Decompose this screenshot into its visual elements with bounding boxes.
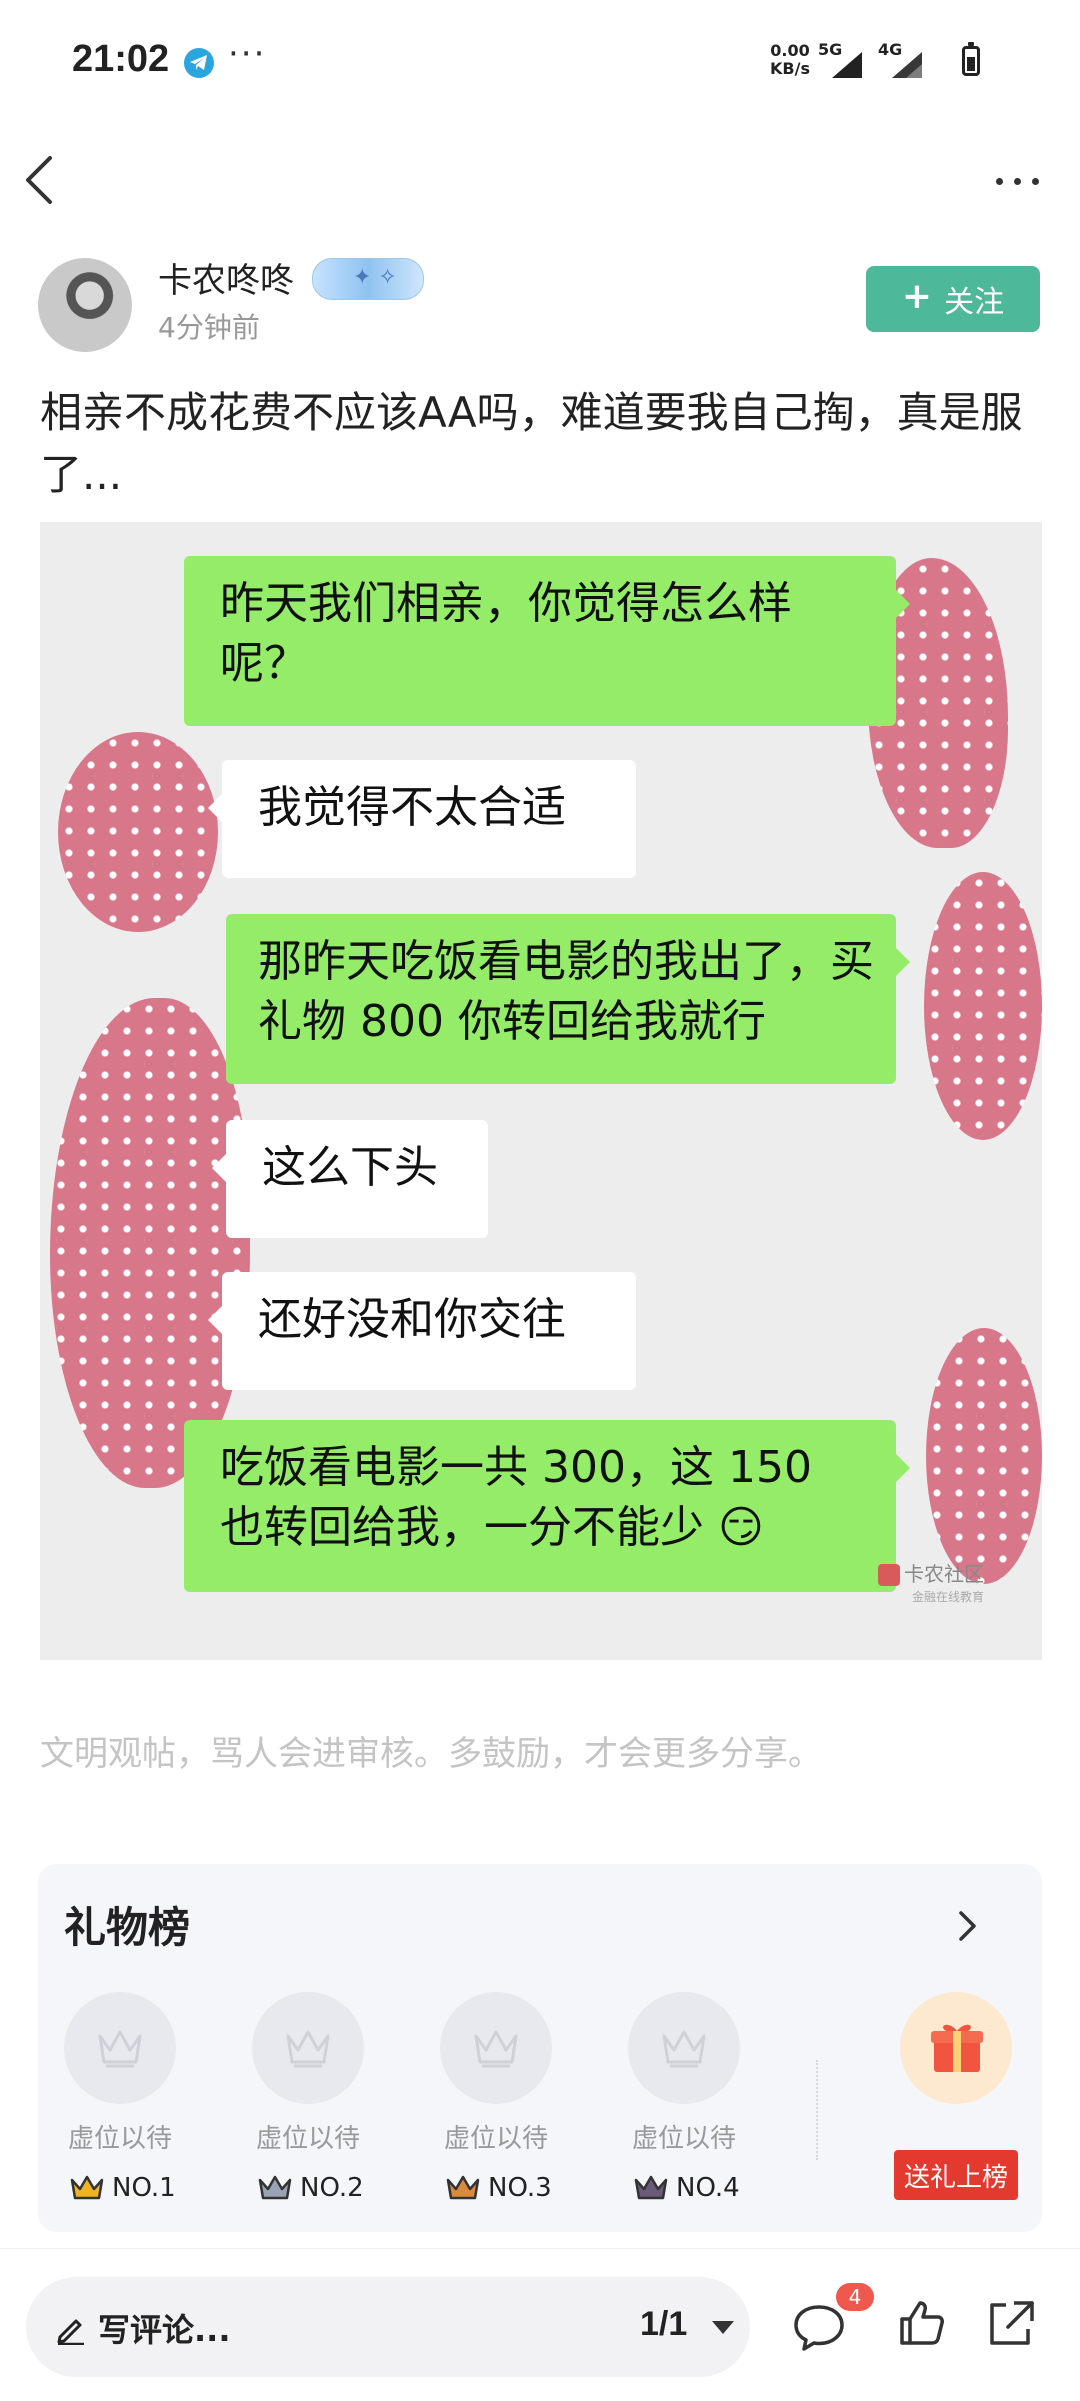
empty-slot-avatar <box>440 1992 552 2104</box>
crown-outline-icon <box>474 2030 518 2068</box>
watermark: 卡农社区 金融在线教育 <box>878 1563 984 1609</box>
author-badge-icon: ✦ ✧ <box>312 258 424 300</box>
thumbs-up-icon[interactable] <box>896 2297 948 2349</box>
community-notice: 文明观帖，骂人会进审核。多鼓励，才会更多分享。 <box>40 1734 822 1774</box>
crown-outline-icon <box>286 2030 330 2068</box>
emoji-icon: 😏 <box>704 1502 764 1553</box>
gift-board-title: 礼物榜 <box>64 1903 191 1952</box>
comment-placeholder: 写评论... <box>98 2311 231 2349</box>
comment-input[interactable]: 写评论... 1/1 <box>26 2277 750 2377</box>
watermark-text: 卡农社区 <box>904 1561 984 1586</box>
comment-icon[interactable] <box>792 2303 846 2353</box>
author-avatar[interactable] <box>38 258 132 352</box>
rank-text: NO.2 <box>300 2173 364 2203</box>
privacy-blob <box>50 998 250 1488</box>
rank-text: NO.4 <box>676 2173 740 2203</box>
crown-icon <box>258 2175 292 2200</box>
dot <box>1014 178 1021 185</box>
net-speed-value: 0.00 <box>770 41 810 60</box>
crown-icon <box>634 2175 668 2200</box>
chat-message: 我觉得不太合适 <box>258 782 566 833</box>
gift-slot-3[interactable]: 虚位以待 NO.3 <box>440 1992 580 2203</box>
chat-message: 昨天我们相亲，你觉得怎么样呢？ <box>220 578 792 689</box>
chat-bubble-left: 还好没和你交往 <box>208 1272 636 1390</box>
privacy-blob <box>58 732 218 932</box>
empty-slot-avatar <box>252 1992 364 2104</box>
gift-board[interactable]: 礼物榜 虚位以待 NO.1 虚位以待 NO.2 虚位以待 NO.3 虚位以待 N… <box>38 1864 1042 2232</box>
gift-slot-2[interactable]: 虚位以待 NO.2 <box>252 1992 392 2203</box>
empty-slot-avatar <box>64 1992 176 2104</box>
chat-bubble-left: 我觉得不太合适 <box>208 760 636 878</box>
chat-message: 还好没和你交往 <box>258 1294 566 1345</box>
chat-bubble-right: 昨天我们相亲，你觉得怎么样呢？ <box>184 556 910 726</box>
page-indicator[interactable]: 1/1 <box>640 2305 687 2344</box>
bottom-bar: 写评论... 1/1 4 <box>0 2248 1080 2401</box>
divider <box>816 2060 818 2160</box>
watermark-subtext: 金融在线教育 <box>911 1590 984 1604</box>
slot-label: 虚位以待 <box>67 2124 172 2154</box>
signal-icon-2 <box>892 52 922 78</box>
follow-label: 关注 <box>944 285 1005 320</box>
send-gift-button[interactable]: 送礼上榜 <box>894 2150 1018 2200</box>
privacy-blob <box>926 1328 1042 1584</box>
crown-outline-icon <box>98 2030 142 2068</box>
rank-text: NO.1 <box>112 2173 176 2203</box>
gift-box-icon <box>931 2024 983 2072</box>
pen-icon <box>57 2319 84 2345</box>
slot-label: 虚位以待 <box>631 2124 736 2154</box>
post-text: 相亲不成花费不应该AA吗，难道要我自己掏，真是服了... <box>40 388 1023 499</box>
post-image[interactable]: 昨天我们相亲，你觉得怎么样呢？ 我觉得不太合适 那昨天吃饭看电影的我出了，买礼物… <box>40 522 1042 1660</box>
status-more-icon: ··· <box>228 34 267 74</box>
status-bar: 21:02 ··· 0.00 KB/s 5G 4G <box>0 0 1080 125</box>
slot-label: 虚位以待 <box>443 2124 548 2154</box>
slot-label: 虚位以待 <box>255 2124 360 2154</box>
status-time: 21:02 <box>72 38 170 80</box>
crown-outline-icon <box>662 2030 706 2068</box>
share-icon[interactable] <box>984 2297 1038 2349</box>
telegram-icon <box>184 48 214 78</box>
author-name[interactable]: 卡农咚咚 <box>158 253 294 302</box>
dot <box>1032 178 1039 185</box>
slot-rank: NO.2 <box>252 2173 392 2203</box>
rank-text: NO.3 <box>488 2173 552 2203</box>
gift-button[interactable] <box>900 1992 1012 2104</box>
chevron-left-icon <box>26 156 52 204</box>
caret-down-icon[interactable] <box>712 2321 734 2334</box>
slot-rank: NO.1 <box>64 2173 204 2203</box>
gift-slot-4[interactable]: 虚位以待 NO.4 <box>628 1992 768 2203</box>
slot-rank: NO.4 <box>628 2173 768 2203</box>
crown-icon <box>70 2175 104 2200</box>
battery-icon <box>962 42 980 76</box>
chat-bubble-left: 这么下头 <box>212 1120 488 1238</box>
chat-message: 这么下头 <box>262 1142 438 1193</box>
dot <box>996 178 1003 185</box>
crown-icon <box>446 2175 480 2200</box>
post-time: 4分钟前 <box>158 311 260 344</box>
follow-button[interactable]: + 关注 <box>866 266 1040 332</box>
chat-bubble-right: 那昨天吃饭看电影的我出了，买礼物 800 你转回给我就行 <box>226 914 910 1084</box>
net-speed-unit: KB/s <box>770 59 810 78</box>
comment-count-badge: 4 <box>836 2283 874 2311</box>
chevron-right-icon[interactable] <box>956 1908 980 1944</box>
net-speed: 0.00 KB/s <box>770 42 810 78</box>
privacy-blob <box>924 872 1042 1140</box>
empty-slot-avatar <box>628 1992 740 2104</box>
watermark-logo-icon <box>878 1564 900 1586</box>
chat-message: 那昨天吃饭看电影的我出了，买礼物 800 你转回给我就行 <box>258 936 874 1047</box>
slot-rank: NO.3 <box>440 2173 580 2203</box>
more-options-button[interactable] <box>990 160 1050 200</box>
badge-glyph: ✦ ✧ <box>353 265 397 290</box>
gift-slot-1[interactable]: 虚位以待 NO.1 <box>64 1992 204 2203</box>
plus-icon: + <box>901 276 933 317</box>
chat-bubble-right: 吃饭看电影一共 300，这 150 也转回给我，一分不能少 😏 <box>184 1420 910 1592</box>
back-button[interactable] <box>20 152 70 208</box>
signal-icon <box>832 52 862 78</box>
